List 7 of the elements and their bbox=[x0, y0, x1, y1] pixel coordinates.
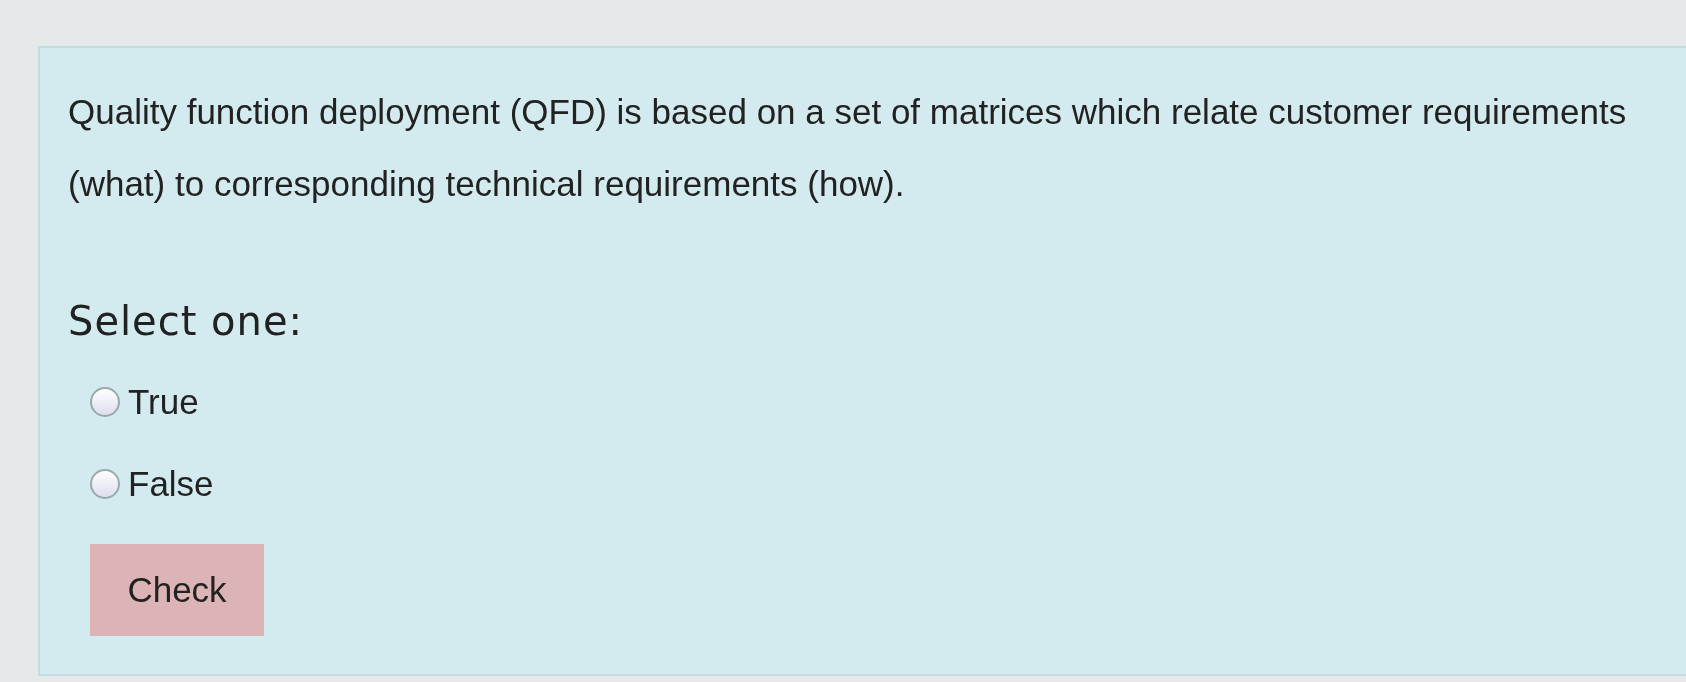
option-label[interactable]: False bbox=[128, 464, 214, 504]
question-text: Quality function deployment (QFD) is based on a set of matrices which relate customer requirements (what) to corresponding technical requirements (how). bbox=[68, 91, 1628, 205]
radio-button[interactable] bbox=[90, 469, 120, 499]
check-button[interactable]: Check bbox=[90, 544, 264, 636]
select-prompt: Select one: bbox=[68, 298, 305, 344]
radio-button[interactable] bbox=[90, 387, 120, 417]
option-label[interactable]: True bbox=[128, 382, 199, 422]
